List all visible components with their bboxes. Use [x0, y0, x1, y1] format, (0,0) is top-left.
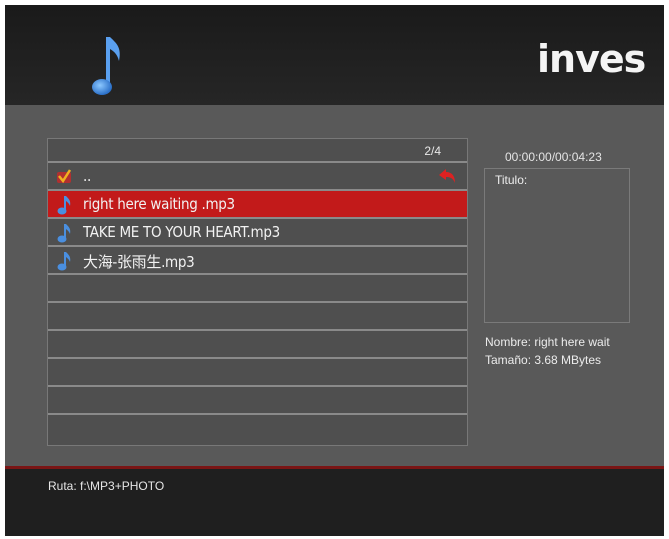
page-indicator: 2/4 [424, 144, 441, 158]
music-note-icon [57, 224, 71, 243]
brand-logo: inves [537, 37, 646, 81]
file-name-info: Nombre: right here wait [485, 335, 610, 349]
playback-time: 00:00:00/00:04:23 [505, 150, 602, 164]
content-area: 2/4 .. right here waiting .mp3 TAKE ME T… [5, 105, 664, 466]
music-note-icon [57, 196, 71, 215]
list-item-label: TAKE ME TO YOUR HEART.mp3 [83, 223, 280, 241]
list-item-parent-folder[interactable]: .. [48, 163, 467, 191]
title-label: Titulo: [495, 173, 528, 187]
list-item-empty [48, 303, 467, 331]
list-item-empty [48, 331, 467, 359]
file-list-header: 2/4 [48, 139, 467, 163]
music-note-icon [92, 37, 120, 95]
divider [5, 466, 664, 469]
list-item-label: 大海-张雨生.mp3 [83, 253, 195, 271]
list-item-label: .. [83, 167, 91, 185]
list-item-track-3[interactable]: 大海-张雨生.mp3 [48, 247, 467, 275]
header-bar: inves [5, 5, 664, 105]
back-arrow-icon[interactable] [437, 167, 457, 185]
list-item-track-2[interactable]: TAKE ME TO YOUR HEART.mp3 [48, 219, 467, 247]
music-note-icon [57, 252, 71, 271]
list-item-track-1[interactable]: right here waiting .mp3 [48, 191, 467, 219]
path-breadcrumb: Ruta: f:\MP3+PHOTO [48, 479, 165, 493]
list-item-empty [48, 415, 467, 445]
media-player-screen: inves 2/4 .. right here waiting .mp3 TAK… [5, 5, 664, 536]
folder-up-icon [57, 169, 72, 184]
list-item-empty [48, 387, 467, 415]
list-item-empty [48, 275, 467, 303]
file-size-info: Tamaño: 3.68 MBytes [485, 353, 602, 367]
list-item-label: right here waiting .mp3 [83, 195, 235, 213]
file-list-panel: 2/4 .. right here waiting .mp3 TAKE ME T… [47, 138, 468, 446]
info-preview-box: Titulo: [484, 168, 630, 323]
list-item-empty [48, 359, 467, 387]
